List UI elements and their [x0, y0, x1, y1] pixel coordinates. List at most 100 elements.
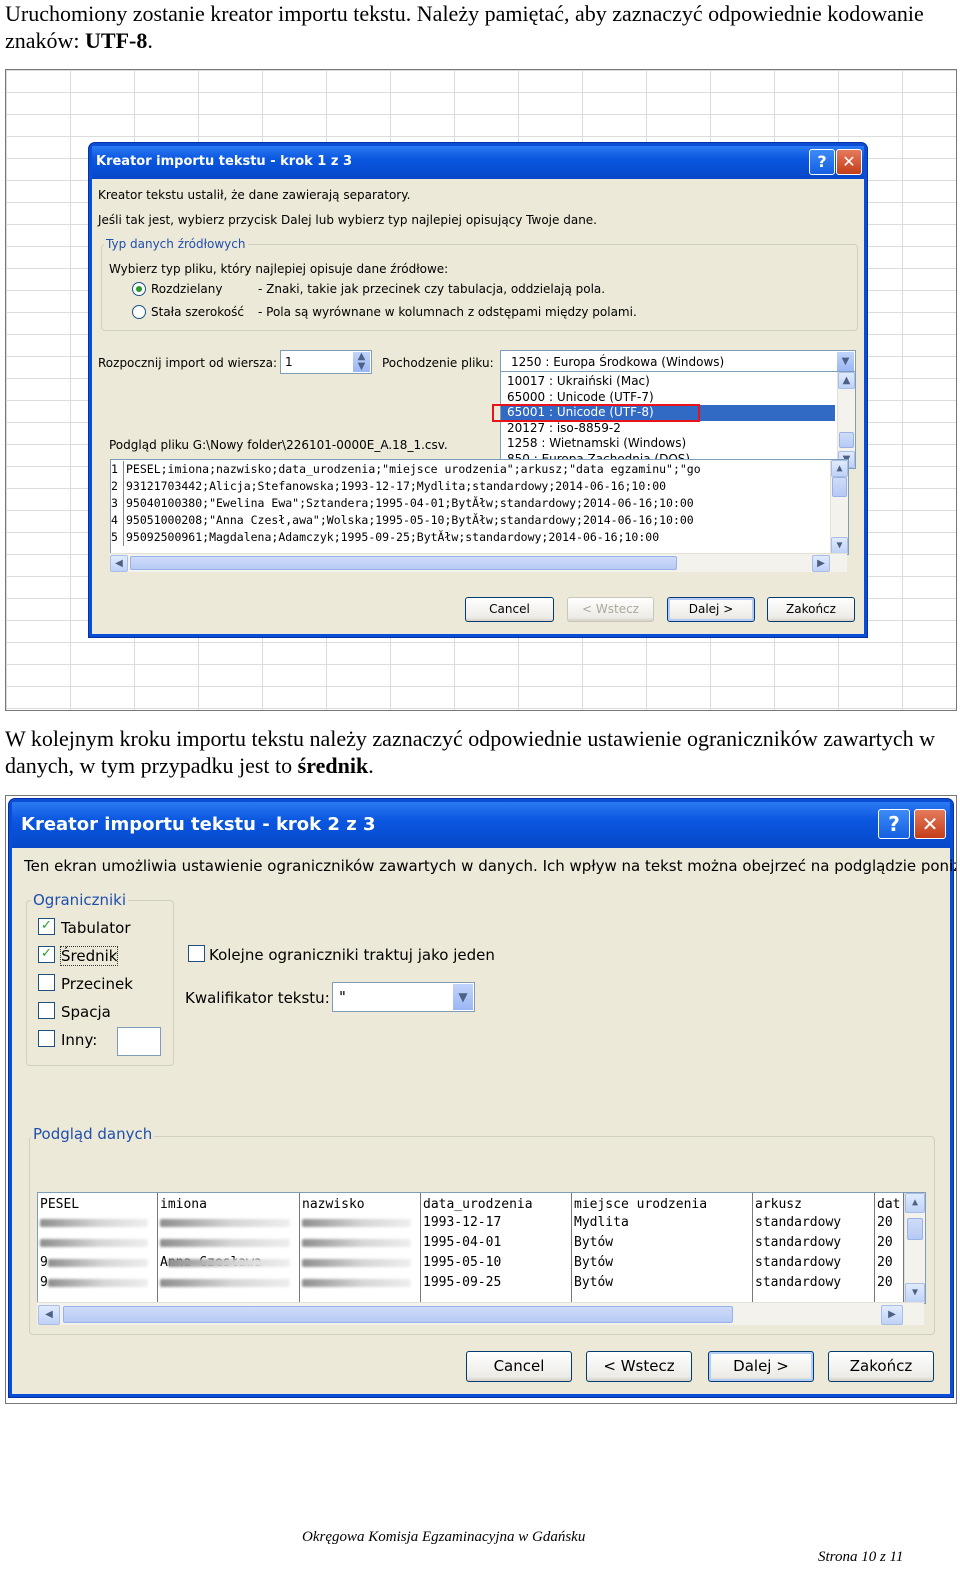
scroll-left-icon[interactable]: ◀: [38, 1305, 60, 1325]
intro-text-2: W kolejnym kroku importu tekstu należy z…: [5, 726, 935, 778]
column-header: arkusz: [755, 1197, 802, 1212]
column-header: miejsce urodzenia: [574, 1197, 708, 1212]
column-cell: standardowy: [755, 1255, 842, 1270]
close-icon[interactable]: ✕: [836, 149, 862, 175]
delimiter-checkbox[interactable]: [38, 974, 55, 991]
scroll-right-icon[interactable]: ▶: [881, 1305, 903, 1325]
finish-button[interactable]: Zakończ: [828, 1351, 934, 1382]
consecutive-checkbox[interactable]: [188, 945, 205, 962]
preview-column[interactable]: arkusz standardowy standardowy standardowy s…: [753, 1193, 875, 1303]
preview-column[interactable]: nazwisko: [300, 1193, 421, 1303]
delimiter-checkbox[interactable]: ✓: [38, 946, 55, 963]
encoding-option[interactable]: 10017 : Ukraiński (Mac): [501, 374, 835, 390]
consecutive-label[interactable]: Kolejne ograniczniki traktuj jako jeden: [209, 946, 495, 964]
column-cell: 20: [877, 1235, 893, 1250]
delimiter-checkbox[interactable]: ✓: [38, 918, 55, 935]
cancel-button[interactable]: Cancel: [465, 597, 554, 622]
cancel-button[interactable]: Cancel: [466, 1351, 572, 1382]
source-type-legend: Typ danych źródłowych: [104, 237, 248, 251]
encoding-option[interactable]: 1258 : Wietnamski (Windows): [501, 436, 835, 452]
column-header: imiona: [160, 1197, 207, 1212]
column-cell: [300, 1253, 420, 1273]
preview-vscroll[interactable]: ▲ ▼: [904, 1193, 925, 1303]
help-icon[interactable]: ?: [878, 809, 910, 839]
scroll-thumb[interactable]: [907, 1218, 923, 1240]
column-cell: 1995-09-25: [423, 1275, 502, 1290]
dialog-title: Kreator importu tekstu - krok 1 z 3: [96, 154, 353, 169]
other-delimiter-input[interactable]: [117, 1027, 161, 1056]
chevron-down-icon[interactable]: ▼: [453, 984, 473, 1010]
preview-column[interactable]: dat 20 20 20 20: [875, 1193, 904, 1303]
radio-fixed-label[interactable]: Stała szerokość: [151, 305, 244, 319]
delimiter-label[interactable]: Inny:: [61, 1031, 97, 1049]
close-icon[interactable]: ✕: [914, 809, 946, 839]
delimiter-label[interactable]: Tabulator: [61, 919, 131, 937]
column-cell: [300, 1233, 420, 1253]
scroll-up-icon[interactable]: ▲: [831, 460, 848, 477]
scroll-down-icon[interactable]: ▼: [831, 537, 848, 554]
help-icon[interactable]: ?: [809, 149, 835, 175]
encoding-option[interactable]: 65000 : Unicode (UTF-7): [501, 390, 835, 406]
origin-value: 1250 : Europa Środkowa (Windows): [511, 355, 725, 369]
preview-vscroll[interactable]: ▲ ▼: [830, 460, 848, 554]
scroll-thumb[interactable]: [63, 1306, 733, 1323]
redaction-smudge: [302, 1259, 411, 1267]
start-row-spinner[interactable]: 1 ▲ ▼: [280, 350, 372, 374]
next-button[interactable]: Dalej >: [708, 1351, 814, 1382]
scroll-thumb[interactable]: [832, 477, 847, 497]
preview-column[interactable]: PESEL 9 9: [38, 1193, 158, 1303]
scroll-thumb[interactable]: [839, 432, 854, 448]
column-cell: 9: [38, 1273, 157, 1293]
start-row-label: Rozpocznij import od wiersza:: [98, 356, 278, 370]
column-cell: [300, 1273, 420, 1293]
row-text: 93121703442;Alicja;Stefanowska;1993-12-1…: [126, 479, 667, 493]
delimiter-checkbox[interactable]: [38, 1030, 55, 1047]
column-header: nazwisko: [302, 1197, 365, 1212]
row-number: 1: [111, 461, 124, 478]
scroll-right-icon[interactable]: ▶: [812, 555, 830, 572]
delimiter-label[interactable]: Spacja: [61, 1003, 111, 1021]
encoding-option[interactable]: 20127 : iso-8859-2: [501, 421, 835, 437]
preview-column[interactable]: data_urodzenia 1993-12-17 1995-04-01 1995-0…: [421, 1193, 572, 1303]
back-button[interactable]: < Wstecz: [567, 597, 654, 622]
redaction-smudge: [40, 1239, 148, 1247]
radio-delimited[interactable]: [132, 282, 146, 296]
preview-hscroll[interactable]: ◀ ▶: [110, 553, 847, 572]
scroll-down-icon[interactable]: ▼: [905, 1283, 925, 1303]
row-text: 95040100380;"Ewelina Ewa";Sztandera;1995…: [126, 496, 694, 510]
qualifier-select[interactable]: " ▼: [332, 982, 475, 1012]
finish-button[interactable]: Zakończ: [767, 597, 855, 622]
next-button[interactable]: Dalej >: [667, 597, 755, 622]
origin-select[interactable]: 1250 : Europa Środkowa (Windows) ▼: [500, 350, 856, 373]
encoding-scrollbar[interactable]: ▲ ▼: [837, 372, 855, 468]
scroll-thumb[interactable]: [130, 556, 677, 570]
file-preview: 1 PESEL;imiona;nazwisko;data_urodzenia;"m…: [110, 459, 849, 555]
redaction-smudge: [160, 1239, 290, 1247]
delimiter-checkbox[interactable]: [38, 1002, 55, 1019]
column-cell: [158, 1273, 299, 1293]
intro-paragraph-1: Uruchomiony zostanie kreator importu tek…: [5, 0, 957, 54]
qualifier-value: ": [339, 988, 346, 1006]
redaction-smudge: [160, 1279, 290, 1287]
preview-hscroll[interactable]: ◀ ▶: [37, 1302, 924, 1325]
row-number: 4: [111, 512, 124, 529]
back-button[interactable]: < Wstecz: [586, 1351, 692, 1382]
redaction-smudge: [48, 1259, 148, 1267]
import-wizard-step1-dialog: Kreator importu tekstu - krok 1 z 3 ? ✕ …: [89, 143, 867, 637]
scroll-up-icon[interactable]: ▲: [905, 1193, 925, 1213]
scroll-up-icon[interactable]: ▲: [838, 372, 855, 389]
radio-delimited-label[interactable]: Rozdzielany: [151, 282, 222, 296]
column-cell: 20: [877, 1255, 893, 1270]
column-cell: standardowy: [755, 1275, 842, 1290]
scroll-left-icon[interactable]: ◀: [110, 555, 128, 572]
qualifier-label: Kwalifikator tekstu:: [185, 989, 330, 1007]
column-cell: 9: [38, 1253, 157, 1273]
info-line-1: Kreator tekstu ustalił, że dane zawieraj…: [98, 188, 411, 202]
spinner-arrows-icon[interactable]: ▲ ▼: [353, 352, 370, 372]
preview-column[interactable]: miejsce urodzenia Mydlita Bytów Bytów Bytów: [572, 1193, 753, 1303]
radio-fixed-width[interactable]: [132, 305, 146, 319]
chevron-down-icon[interactable]: ▼: [837, 352, 854, 371]
delimiter-label[interactable]: Przecinek: [61, 975, 133, 993]
preview-column[interactable]: imiona Anna Czesława: [158, 1193, 300, 1303]
delimiter-label[interactable]: Średnik: [59, 946, 119, 966]
